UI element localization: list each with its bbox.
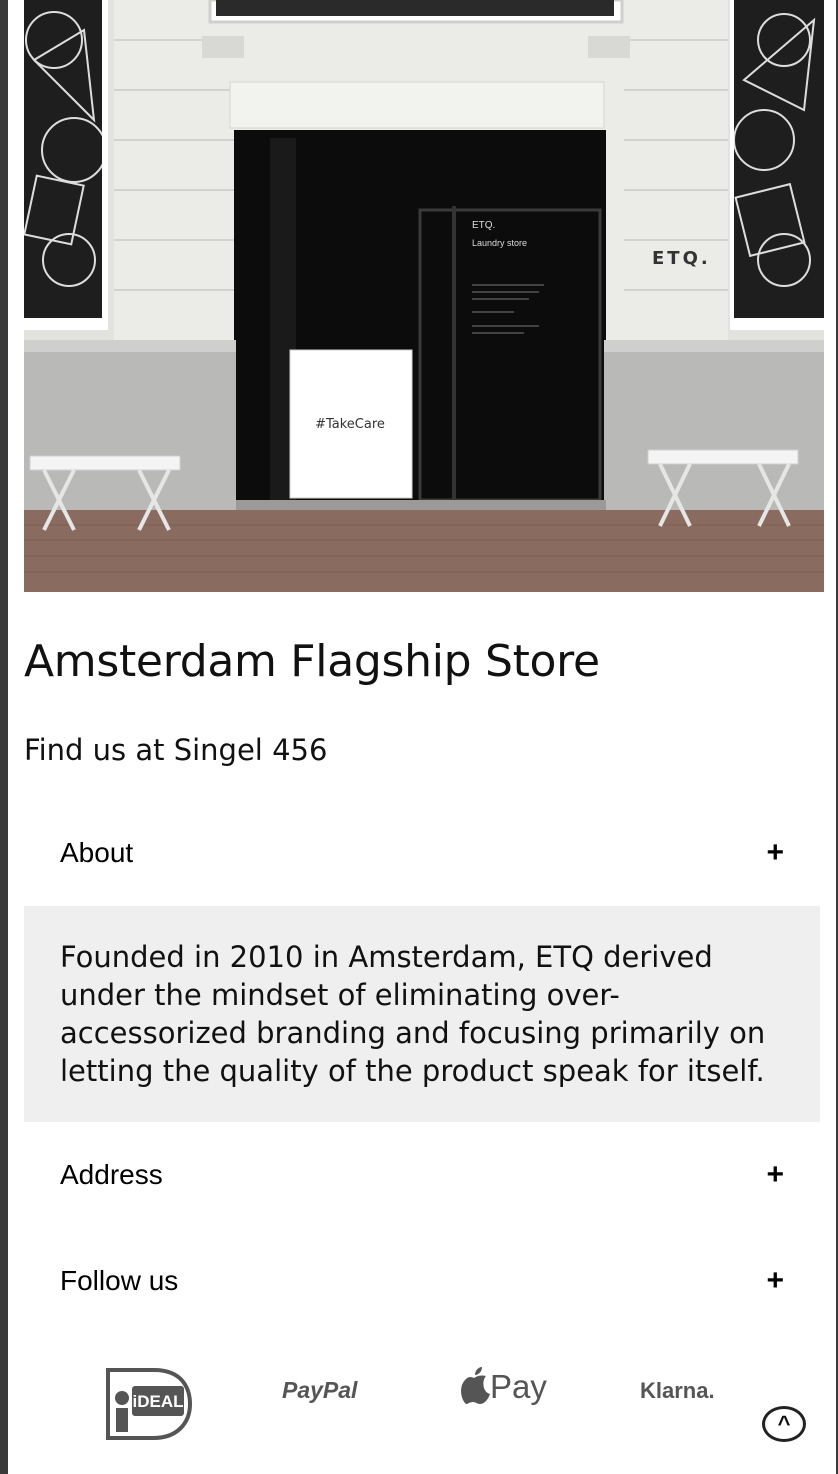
plus-icon[interactable]: + <box>766 1160 784 1190</box>
apple-pay-logo: Pay <box>461 1367 547 1405</box>
accordion-address-header[interactable]: Address + <box>24 1135 820 1215</box>
ideal-text: iDEAL <box>133 1392 184 1411</box>
plus-icon[interactable]: + <box>766 838 784 868</box>
accordion-address-label: Address <box>60 1159 163 1190</box>
klarna-logo: Klarna. <box>640 1378 715 1403</box>
accordion-follow-header[interactable]: Follow us + <box>24 1241 820 1321</box>
paypal-logo: PayPal <box>282 1377 358 1403</box>
accordion-about-label: About <box>60 837 134 868</box>
klarna-text: Klarna. <box>640 1378 715 1403</box>
plus-icon[interactable]: + <box>766 1266 784 1296</box>
apple-icon <box>461 1367 490 1404</box>
accordion-about-body: Founded in 2010 in Amsterdam, ETQ derive… <box>24 906 820 1122</box>
ideal-logo: iDEAL <box>106 1368 193 1440</box>
hero-wrapper: ETQ. Laundry store #TakeCare ETQ. <box>24 0 824 592</box>
window-frame-left <box>0 0 8 1474</box>
store-title: Amsterdam Flagship Store <box>24 636 600 687</box>
takecare-box-text: #TakeCare <box>315 417 385 432</box>
chevron-up-icon: ^ <box>777 1411 791 1436</box>
apple-pay-text: Pay <box>490 1368 547 1405</box>
window-etq-text: ETQ. <box>472 220 495 231</box>
accordion-about-header[interactable]: About + <box>24 813 820 893</box>
store-subtitle: Find us at Singel 456 <box>24 733 328 767</box>
window-laundry-text: Laundry store <box>472 238 527 248</box>
payment-methods: iDEAL PayPal Pay Klarna. <box>24 1350 820 1450</box>
back-to-top-button[interactable]: ^ <box>762 1406 806 1442</box>
accordion-follow-label: Follow us <box>60 1265 179 1296</box>
paypal-text: PayPal <box>282 1377 358 1403</box>
facade-sign-text: ETQ. <box>652 248 711 269</box>
store-photo: ETQ. Laundry store #TakeCare ETQ. <box>24 0 824 592</box>
